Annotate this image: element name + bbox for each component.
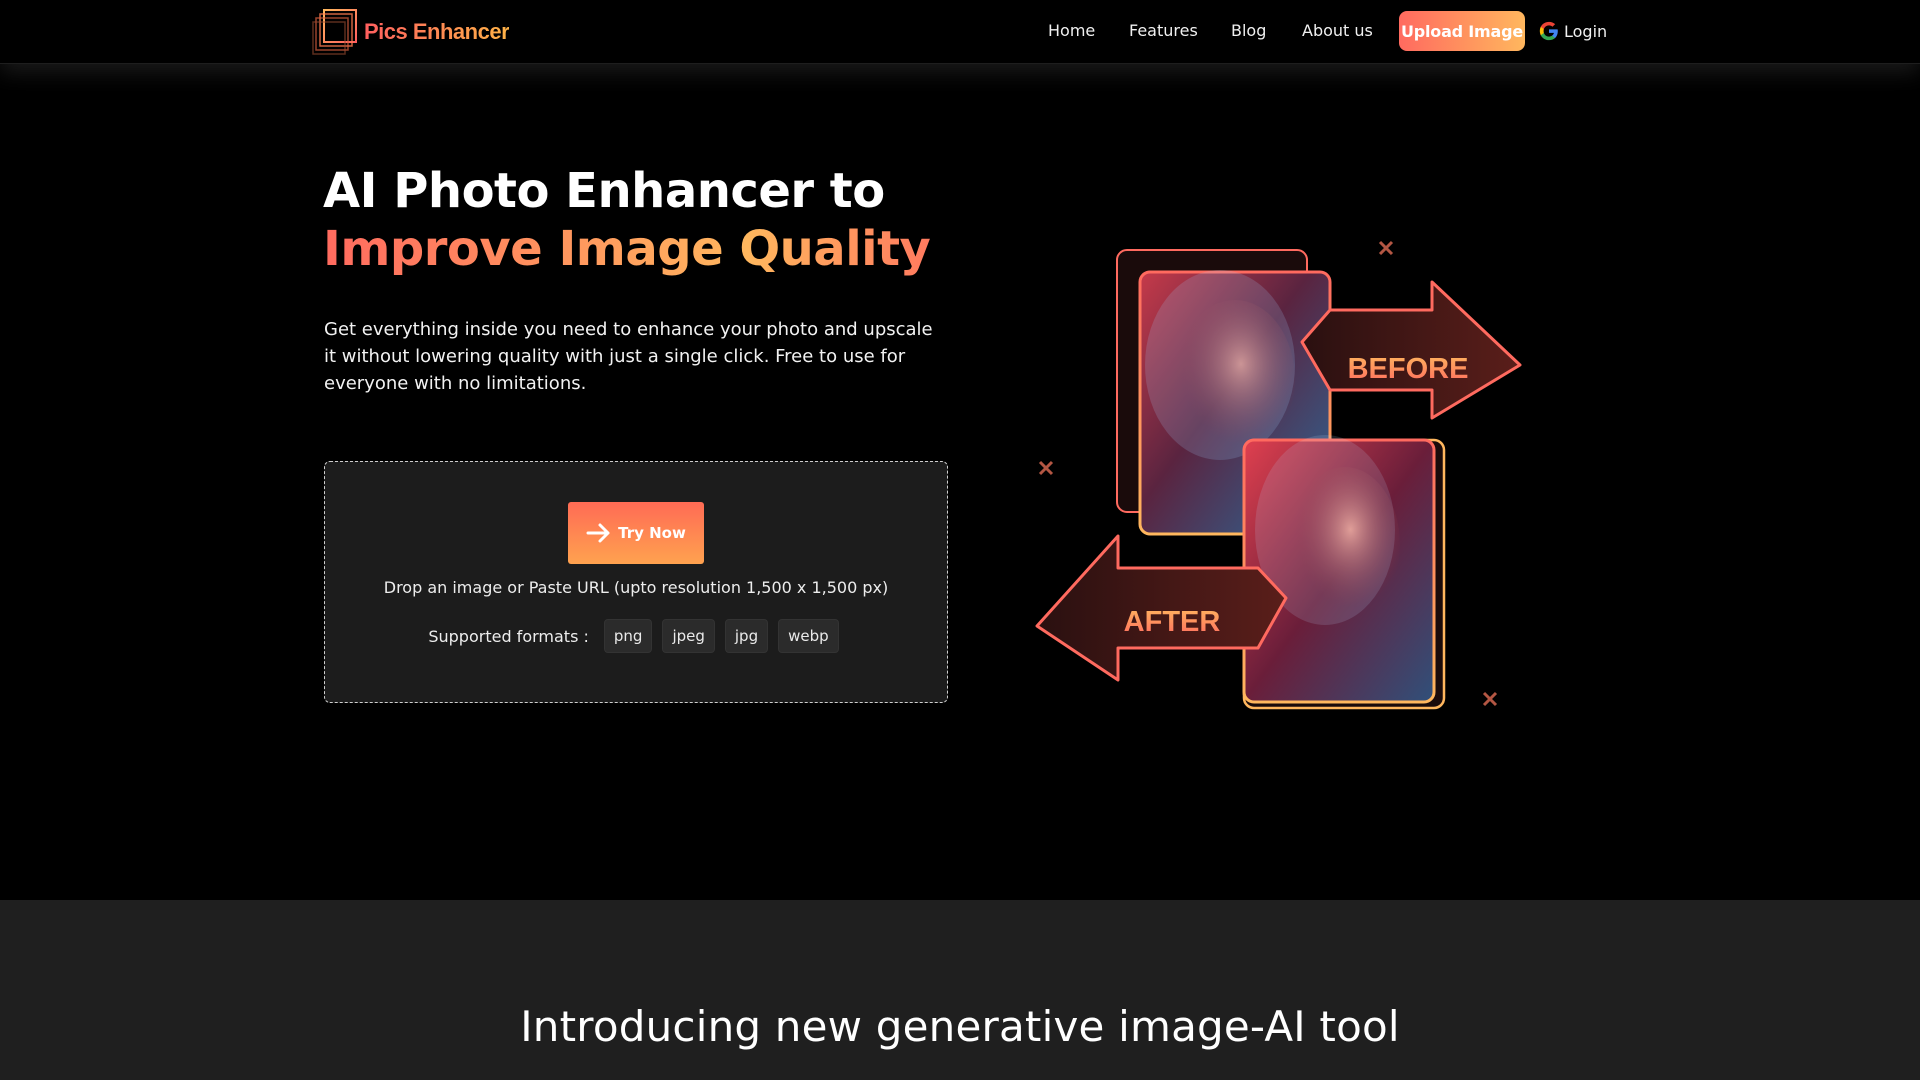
- login-label: Login: [1564, 21, 1608, 41]
- before-after-illustration: BEFORE AFTER: [1030, 230, 1550, 730]
- before-label: BEFORE: [1348, 353, 1469, 385]
- image-drop-zone[interactable]: Try Now Drop an image or Paste URL (upto…: [324, 461, 948, 703]
- format-tag-png: png: [603, 619, 653, 653]
- brand-name: Pics Enhancer: [364, 19, 510, 44]
- upload-image-button[interactable]: Upload Image: [1399, 11, 1525, 51]
- arrow-right-icon: [586, 523, 610, 543]
- formats-label: Supported formats :: [428, 626, 589, 646]
- hero-title: AI Photo Enhancer to Improve Image Quali…: [323, 162, 931, 278]
- login-button[interactable]: Login: [1538, 20, 1607, 42]
- before-arrow: BEFORE: [1300, 280, 1522, 420]
- nav-about-us[interactable]: About us: [1302, 21, 1373, 40]
- supported-formats: Supported formats : png jpeg jpg webp: [325, 619, 947, 653]
- intro-heading: Introducing new generative image-AI tool: [520, 1002, 1400, 1051]
- try-now-button[interactable]: Try Now: [568, 502, 704, 564]
- top-navbar: Pics Enhancer Home Features Blog About u…: [0, 0, 1920, 64]
- drop-hint-text: Drop an image or Paste URL (upto resolut…: [383, 578, 889, 597]
- after-label: AFTER: [1124, 606, 1221, 638]
- logo-icon: [312, 8, 360, 56]
- hero-description: Get everything inside you need to enhanc…: [324, 319, 933, 394]
- hero-title-line2: Improve Image Quality: [323, 221, 931, 277]
- intro-section: Introducing new generative image-AI tool: [0, 900, 1920, 1080]
- brand-logo[interactable]: Pics Enhancer: [312, 8, 510, 56]
- nav-home[interactable]: Home: [1048, 21, 1095, 40]
- format-tag-jpg: jpg: [724, 619, 769, 653]
- format-tag-webp: webp: [778, 619, 839, 653]
- try-now-label: Try Now: [618, 524, 686, 542]
- hero-title-line1: AI Photo Enhancer to: [323, 163, 885, 219]
- format-tag-jpeg: jpeg: [662, 619, 715, 653]
- nav-features[interactable]: Features: [1129, 21, 1198, 40]
- nav-blog[interactable]: Blog: [1231, 21, 1266, 40]
- after-photo-card: [1242, 435, 1446, 710]
- google-icon: [1539, 21, 1558, 41]
